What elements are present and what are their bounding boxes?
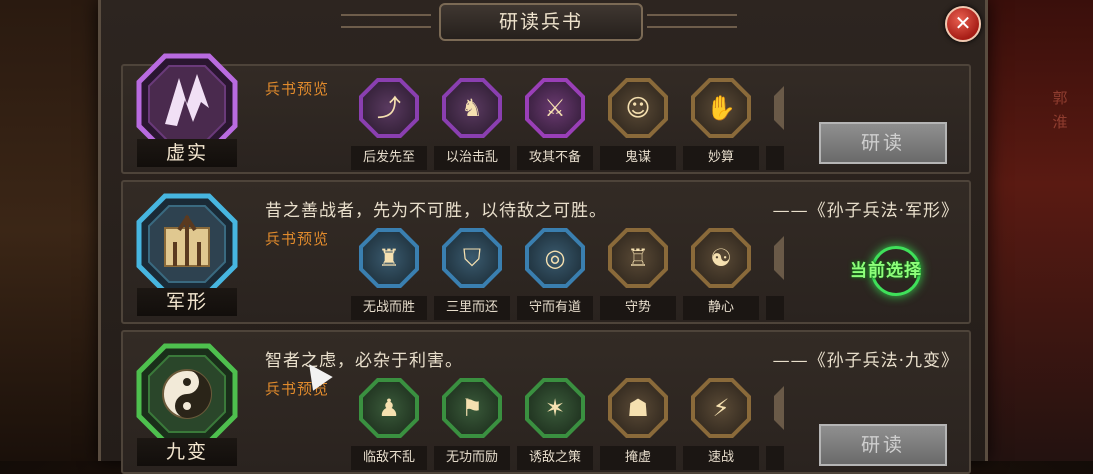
banner-icon: ⚑	[461, 394, 483, 422]
skill-label: 诱敌之策	[517, 446, 593, 470]
current-selection-badge: 当前选择	[841, 246, 931, 296]
scholar-icon: ☺	[625, 94, 651, 122]
skill-item-partial[interactable]	[766, 378, 784, 474]
skill-label: 速战	[683, 446, 759, 470]
skill-item[interactable]: ♜ 无战而胜	[351, 228, 429, 324]
skill-item[interactable]: ⤴ 后发先至	[351, 78, 429, 174]
skill-list: ♟ 临敌不乱 ⚑ 无功而励 ✶ 诱敌之策 ☗ 掩虚 ⚡ 速战	[351, 378, 801, 474]
skill-item[interactable]: ♖ 守势	[600, 228, 678, 324]
skill-list: ♜ 无战而胜 ⛉ 三里而还 ◎ 守而有道 ♖ 守势 ☯ 静心	[351, 228, 801, 324]
cloak-icon: ☗	[627, 394, 649, 422]
close-button[interactable]: ✕	[945, 6, 981, 42]
skill-label: 守而有道	[517, 296, 593, 320]
preview-label: 兵书预览	[265, 80, 330, 98]
book-name: 虚实	[137, 139, 237, 167]
warrior-icon: ⚔	[544, 94, 566, 122]
soldier-icon: ♜	[378, 244, 400, 272]
book-emblem-jiubian	[135, 342, 239, 446]
skill-item[interactable]: ☗ 掩虚	[600, 378, 678, 474]
skill-item[interactable]: ◎ 守而有道	[517, 228, 595, 324]
skill-label: 以治击乱	[434, 146, 510, 170]
skill-list: ⤴ 后发先至 ♞ 以治击乱 ⚔ 攻其不备 ☺ 鬼谋 ✋ 妙算	[351, 78, 801, 174]
charge-icon: ⚡	[712, 394, 730, 422]
skill-item[interactable]: ✋ 妙算	[683, 78, 761, 174]
skill-label: 鬼谋	[600, 146, 676, 170]
skill-label: 无功而励	[434, 446, 510, 470]
rider-icon: ♞	[461, 94, 483, 122]
skill-item[interactable]: ☯ 静心	[683, 228, 761, 324]
study-panel: 研读兵书 ✕ 虚实 兵书预览 ⤴ 后发先至 ♞ 以治击乱 ⚔ 攻其不备 ☺ 鬼谋…	[98, 0, 988, 474]
book-name: 九变	[137, 438, 237, 466]
shield-icon: ⛉	[463, 244, 481, 272]
skill-item-partial[interactable]	[766, 78, 784, 174]
title-ornament-right	[647, 14, 737, 28]
skill-label: 临敌不乱	[351, 446, 427, 470]
book-row-jiubian[interactable]: 九变 智者之虑，必杂于利害。 ——《孙子兵法·九变》 兵书预览 ♟ 临敌不乱 ⚑…	[121, 330, 971, 474]
skill-item-partial[interactable]	[766, 228, 784, 324]
book-row-xushi[interactable]: 虚实 兵书预览 ⤴ 后发先至 ♞ 以治击乱 ⚔ 攻其不备 ☺ 鬼谋 ✋ 妙算 研…	[121, 53, 971, 174]
skill-label: 掩虚	[600, 446, 676, 470]
skill-label: 守势	[600, 296, 676, 320]
skill-label: 后发先至	[351, 146, 427, 170]
current-selection-label: 当前选择	[850, 261, 922, 281]
book-name: 军形	[137, 288, 237, 316]
skill-label: 无战而胜	[351, 296, 427, 320]
skill-item[interactable]: ⚔ 攻其不备	[517, 78, 595, 174]
skill-item[interactable]: ♟ 临敌不乱	[351, 378, 429, 474]
skill-item[interactable]: ♞ 以治击乱	[434, 78, 512, 174]
study-button[interactable]: 研读	[819, 424, 947, 466]
lure-icon: ✶	[544, 394, 566, 422]
skill-item[interactable]: ⚡ 速战	[683, 378, 761, 474]
skill-item[interactable]: ✶ 诱敌之策	[517, 378, 595, 474]
panel-title: 研读兵书	[439, 3, 643, 41]
book-source: ——《孙子兵法·军形》	[772, 201, 959, 221]
skill-item[interactable]: ⛉ 三里而还	[434, 228, 512, 324]
skill-label: 攻其不备	[517, 146, 593, 170]
skill-item[interactable]: ⚑ 无功而励	[434, 378, 512, 474]
book-row-junxing[interactable]: 军形 昔之善战者，先为不可胜，以待敌之可胜。 ——《孙子兵法·军形》 兵书预览 …	[121, 180, 971, 324]
background-right-scene	[973, 0, 1093, 461]
meditate-icon: ☯	[710, 244, 732, 272]
arrow-icon: ⤴	[377, 94, 401, 122]
skill-item[interactable]: ☺ 鬼谋	[600, 78, 678, 174]
fortress-icon: ♖	[627, 244, 649, 272]
close-icon: ✕	[954, 11, 972, 35]
side-character-name: 郭 淮	[1049, 86, 1071, 134]
side-char-1: 郭	[1052, 89, 1068, 107]
scroll-icon: ✋	[706, 94, 736, 122]
book-quote: 昔之善战者，先为不可胜，以待敌之可胜。	[265, 201, 607, 221]
preview-label: 兵书预览	[265, 230, 330, 248]
book-emblem-junxing	[135, 192, 239, 296]
skill-label: 妙算	[683, 146, 759, 170]
title-ornament-left	[341, 14, 431, 28]
study-button[interactable]: 研读	[819, 122, 947, 164]
ward-icon: ◎	[544, 244, 566, 272]
side-char-2: 淮	[1052, 113, 1068, 131]
book-quote: 智者之虑，必杂于利害。	[265, 351, 463, 371]
skill-label: 静心	[683, 296, 759, 320]
skill-label: 三里而还	[434, 296, 510, 320]
background-left-scene	[0, 0, 110, 461]
calm-warrior-icon: ♟	[378, 394, 400, 422]
book-source: ——《孙子兵法·九变》	[772, 351, 959, 371]
